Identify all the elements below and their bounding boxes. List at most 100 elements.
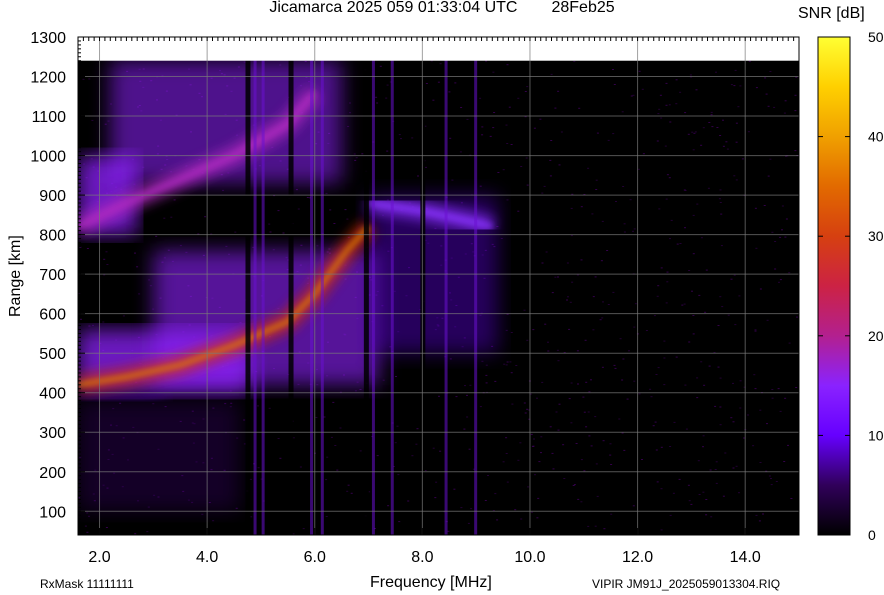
noise-speck xyxy=(562,444,565,446)
noise-speck xyxy=(610,513,613,515)
noise-speck xyxy=(543,185,546,187)
noise-speck xyxy=(481,134,484,136)
noise-speck xyxy=(784,100,787,102)
noise-speck xyxy=(506,481,509,483)
noise-speck xyxy=(328,248,331,250)
noise-speck xyxy=(621,379,624,381)
noise-speck xyxy=(707,187,710,189)
noise-speck xyxy=(330,436,333,438)
noise-speck xyxy=(86,531,89,533)
colorbar-tick-label: 20 xyxy=(868,328,884,344)
noise-speck xyxy=(595,179,598,181)
noise-speck xyxy=(754,330,757,332)
noise-speck xyxy=(295,189,298,191)
noise-speck xyxy=(788,272,791,274)
noise-speck xyxy=(663,384,666,386)
noise-speck xyxy=(544,323,547,325)
noise-speck xyxy=(583,470,586,472)
noise-speck xyxy=(619,338,622,340)
noise-speck xyxy=(668,104,671,106)
noise-speck xyxy=(149,285,152,287)
noise-speck xyxy=(592,329,595,331)
noise-speck xyxy=(656,481,659,483)
noise-speck xyxy=(591,213,594,215)
noise-speck xyxy=(678,478,681,480)
noise-speck xyxy=(778,281,780,283)
noise-speck xyxy=(632,230,634,232)
noise-speck xyxy=(479,185,482,187)
noise-speck xyxy=(668,177,671,179)
noise-speck xyxy=(523,309,526,311)
noise-speck xyxy=(554,276,557,278)
noise-speck xyxy=(257,467,260,469)
noise-speck xyxy=(439,450,442,452)
interference-line xyxy=(261,59,265,535)
noise-speck xyxy=(173,199,176,201)
noise-speck xyxy=(557,276,559,278)
noise-speck xyxy=(666,281,669,283)
noise-speck xyxy=(514,509,517,511)
noise-speck xyxy=(726,148,729,150)
noise-speck xyxy=(411,137,414,139)
noise-speck xyxy=(732,421,735,423)
noise-speck xyxy=(163,217,166,219)
noise-speck xyxy=(585,381,588,383)
noise-speck xyxy=(325,516,328,517)
noise-speck xyxy=(759,462,762,463)
noise-speck xyxy=(724,452,727,454)
noise-speck xyxy=(306,197,309,198)
noise-speck xyxy=(557,360,560,362)
noise-speck xyxy=(715,482,718,484)
noise-speck xyxy=(398,134,401,136)
noise-speck xyxy=(329,209,332,211)
noise-speck xyxy=(570,382,573,384)
noise-speck xyxy=(734,324,737,326)
noise-speck xyxy=(104,123,107,125)
noise-speck xyxy=(733,274,736,276)
noise-speck xyxy=(492,127,495,129)
noise-speck xyxy=(710,114,713,116)
noise-speck xyxy=(669,446,672,447)
noise-speck xyxy=(447,530,450,532)
noise-speck xyxy=(448,91,451,93)
noise-speck xyxy=(134,252,136,254)
noise-speck xyxy=(134,533,137,535)
noise-speck xyxy=(571,281,574,283)
noise-speck xyxy=(684,384,687,386)
y-tick-label: 200 xyxy=(39,465,66,482)
noise-speck xyxy=(435,481,438,483)
noise-speck xyxy=(628,350,630,352)
noise-speck xyxy=(716,127,719,128)
noise-speck xyxy=(376,455,379,457)
noise-speck xyxy=(765,93,768,95)
noise-speck xyxy=(395,376,397,377)
noise-speck xyxy=(533,127,536,129)
noise-speck xyxy=(453,488,456,490)
noise-speck xyxy=(675,79,678,81)
noise-speck xyxy=(660,529,663,531)
noise-speck xyxy=(697,460,700,462)
noise-speck xyxy=(781,229,783,231)
noise-speck xyxy=(179,245,182,247)
noise-speck xyxy=(481,126,484,128)
noise-speck xyxy=(526,339,529,341)
noise-speck xyxy=(497,172,500,173)
noise-speck xyxy=(346,218,349,220)
noise-speck xyxy=(790,498,793,499)
noise-speck xyxy=(660,267,663,269)
noise-speck xyxy=(578,107,581,109)
noise-speck xyxy=(613,364,616,366)
noise-speck xyxy=(795,387,798,388)
noise-speck xyxy=(771,397,774,399)
noise-speck xyxy=(696,203,699,205)
noise-speck xyxy=(551,452,554,454)
noise-speck xyxy=(88,78,91,80)
noise-speck xyxy=(692,149,695,151)
noise-speck xyxy=(754,207,757,209)
noise-speck xyxy=(315,417,318,418)
noise-speck xyxy=(547,341,549,343)
noise-speck xyxy=(658,208,661,210)
noise-speck xyxy=(557,429,560,431)
noise-speck xyxy=(753,374,756,376)
y-tick-label: 600 xyxy=(39,307,66,324)
